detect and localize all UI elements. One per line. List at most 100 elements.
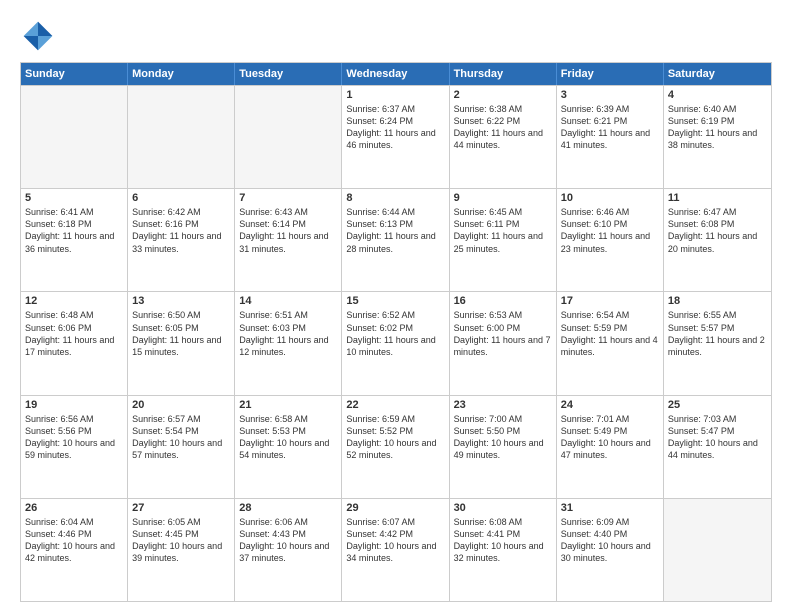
day-number: 28	[239, 502, 337, 514]
calendar-cell-2-2: 14Sunrise: 6:51 AMSunset: 6:03 PMDayligh…	[235, 292, 342, 394]
cell-info: Daylight: 11 hours and 33 minutes.	[132, 230, 230, 254]
cell-info: Sunrise: 6:38 AM	[454, 103, 552, 115]
day-number: 11	[668, 192, 767, 204]
cell-info: Sunrise: 6:07 AM	[346, 516, 444, 528]
cell-info: Sunset: 4:46 PM	[25, 528, 123, 540]
calendar-header: SundayMondayTuesdayWednesdayThursdayFrid…	[21, 63, 771, 85]
cell-info: Sunset: 5:49 PM	[561, 425, 659, 437]
day-number: 15	[346, 295, 444, 307]
cell-info: Sunset: 6:05 PM	[132, 322, 230, 334]
calendar-cell-0-1	[128, 86, 235, 188]
weekday-header-thursday: Thursday	[450, 63, 557, 85]
calendar-cell-0-2	[235, 86, 342, 188]
day-number: 1	[346, 89, 444, 101]
calendar-cell-2-0: 12Sunrise: 6:48 AMSunset: 6:06 PMDayligh…	[21, 292, 128, 394]
cell-info: Sunrise: 7:00 AM	[454, 413, 552, 425]
calendar-cell-3-1: 20Sunrise: 6:57 AMSunset: 5:54 PMDayligh…	[128, 396, 235, 498]
calendar-row-3: 19Sunrise: 6:56 AMSunset: 5:56 PMDayligh…	[21, 395, 771, 498]
logo-icon	[20, 18, 56, 54]
calendar-cell-1-2: 7Sunrise: 6:43 AMSunset: 6:14 PMDaylight…	[235, 189, 342, 291]
calendar-cell-1-0: 5Sunrise: 6:41 AMSunset: 6:18 PMDaylight…	[21, 189, 128, 291]
calendar: SundayMondayTuesdayWednesdayThursdayFrid…	[20, 62, 772, 602]
cell-info: Sunset: 6:21 PM	[561, 115, 659, 127]
cell-info: Sunset: 5:59 PM	[561, 322, 659, 334]
calendar-cell-4-3: 29Sunrise: 6:07 AMSunset: 4:42 PMDayligh…	[342, 499, 449, 601]
cell-info: Sunset: 5:50 PM	[454, 425, 552, 437]
calendar-cell-4-5: 31Sunrise: 6:09 AMSunset: 4:40 PMDayligh…	[557, 499, 664, 601]
cell-info: Sunset: 6:00 PM	[454, 322, 552, 334]
cell-info: Sunset: 5:52 PM	[346, 425, 444, 437]
day-number: 6	[132, 192, 230, 204]
cell-info: Daylight: 11 hours and 46 minutes.	[346, 127, 444, 151]
day-number: 9	[454, 192, 552, 204]
weekday-header-wednesday: Wednesday	[342, 63, 449, 85]
cell-info: Sunrise: 6:41 AM	[25, 206, 123, 218]
calendar-cell-2-4: 16 Sunrise: 6:53 AMSunset: 6:00 PMDayligh…	[450, 292, 557, 394]
cell-info: Sunset: 6:13 PM	[346, 218, 444, 230]
cell-info: Daylight: 11 hours and 28 minutes.	[346, 230, 444, 254]
cell-info: Daylight: 10 hours and 47 minutes.	[561, 437, 659, 461]
calendar-cell-1-6: 11Sunrise: 6:47 AMSunset: 6:08 PMDayligh…	[664, 189, 771, 291]
cell-info: Sunrise: 6:48 AM	[25, 309, 123, 321]
day-number: 19	[25, 399, 123, 411]
cell-info: Sunrise: 6:42 AM	[132, 206, 230, 218]
cell-info: Sunset: 6:10 PM	[561, 218, 659, 230]
weekday-header-sunday: Sunday	[21, 63, 128, 85]
calendar-cell-4-0: 26Sunrise: 6:04 AMSunset: 4:46 PMDayligh…	[21, 499, 128, 601]
calendar-cell-0-3: 1Sunrise: 6:37 AMSunset: 6:24 PMDaylight…	[342, 86, 449, 188]
day-number: 10	[561, 192, 659, 204]
cell-info: Sunrise: 6:39 AM	[561, 103, 659, 115]
day-number: 2	[454, 89, 552, 101]
cell-info: Daylight: 11 hours and 36 minutes.	[25, 230, 123, 254]
day-number: 12	[25, 295, 123, 307]
weekday-header-saturday: Saturday	[664, 63, 771, 85]
cell-info: Sunrise: 6:04 AM	[25, 516, 123, 528]
cell-info: Sunset: 6:18 PM	[25, 218, 123, 230]
day-number: 17	[561, 295, 659, 307]
cell-info: Sunrise: 6:06 AM	[239, 516, 337, 528]
cell-info: Daylight: 11 hours and 4 minutes.	[561, 334, 659, 358]
cell-info: Daylight: 11 hours and 7 minutes.	[454, 334, 552, 358]
calendar-cell-3-5: 24Sunrise: 7:01 AMSunset: 5:49 PMDayligh…	[557, 396, 664, 498]
day-number: 16	[454, 295, 552, 307]
cell-info: Sunrise: 6:50 AM	[132, 309, 230, 321]
weekday-header-tuesday: Tuesday	[235, 63, 342, 85]
cell-info: Sunrise: 6:53 AM	[454, 309, 552, 321]
cell-info: Daylight: 10 hours and 44 minutes.	[668, 437, 767, 461]
cell-info: Sunrise: 7:01 AM	[561, 413, 659, 425]
calendar-cell-1-3: 8 Sunrise: 6:44 AMSunset: 6:13 PMDaylight…	[342, 189, 449, 291]
cell-info: Sunrise: 6:05 AM	[132, 516, 230, 528]
cell-info: Sunset: 4:40 PM	[561, 528, 659, 540]
cell-info: Daylight: 10 hours and 49 minutes.	[454, 437, 552, 461]
cell-info: Sunrise: 6:44 AM	[346, 206, 444, 218]
day-number: 30	[454, 502, 552, 514]
cell-info: Daylight: 11 hours and 23 minutes.	[561, 230, 659, 254]
cell-info: Daylight: 11 hours and 20 minutes.	[668, 230, 767, 254]
cell-info: Sunset: 4:43 PM	[239, 528, 337, 540]
cell-info: Daylight: 10 hours and 42 minutes.	[25, 540, 123, 564]
calendar-cell-1-5: 10 Sunrise: 6:46 AMSunset: 6:10 PMDayligh…	[557, 189, 664, 291]
cell-info: Sunset: 5:54 PM	[132, 425, 230, 437]
cell-info: Sunset: 4:41 PM	[454, 528, 552, 540]
calendar-cell-4-2: 28Sunrise: 6:06 AMSunset: 4:43 PMDayligh…	[235, 499, 342, 601]
day-number: 29	[346, 502, 444, 514]
day-number: 8	[346, 192, 444, 204]
page: SundayMondayTuesdayWednesdayThursdayFrid…	[0, 0, 792, 612]
cell-info: Sunset: 6:06 PM	[25, 322, 123, 334]
calendar-cell-2-5: 17Sunrise: 6:54 AMSunset: 5:59 PMDayligh…	[557, 292, 664, 394]
cell-info: Daylight: 11 hours and 44 minutes.	[454, 127, 552, 151]
cell-info: Sunset: 4:42 PM	[346, 528, 444, 540]
header	[20, 18, 772, 54]
day-number: 7	[239, 192, 337, 204]
cell-info: Sunset: 6:11 PM	[454, 218, 552, 230]
cell-info: Daylight: 10 hours and 59 minutes.	[25, 437, 123, 461]
cell-info: Sunset: 6:08 PM	[668, 218, 767, 230]
calendar-row-4: 26Sunrise: 6:04 AMSunset: 4:46 PMDayligh…	[21, 498, 771, 601]
calendar-cell-4-1: 27Sunrise: 6:05 AMSunset: 4:45 PMDayligh…	[128, 499, 235, 601]
cell-info: Sunrise: 6:46 AM	[561, 206, 659, 218]
day-number: 23	[454, 399, 552, 411]
day-number: 22	[346, 399, 444, 411]
calendar-cell-2-6: 18Sunrise: 6:55 AMSunset: 5:57 PMDayligh…	[664, 292, 771, 394]
cell-info: Sunset: 5:47 PM	[668, 425, 767, 437]
cell-info: Sunrise: 6:40 AM	[668, 103, 767, 115]
